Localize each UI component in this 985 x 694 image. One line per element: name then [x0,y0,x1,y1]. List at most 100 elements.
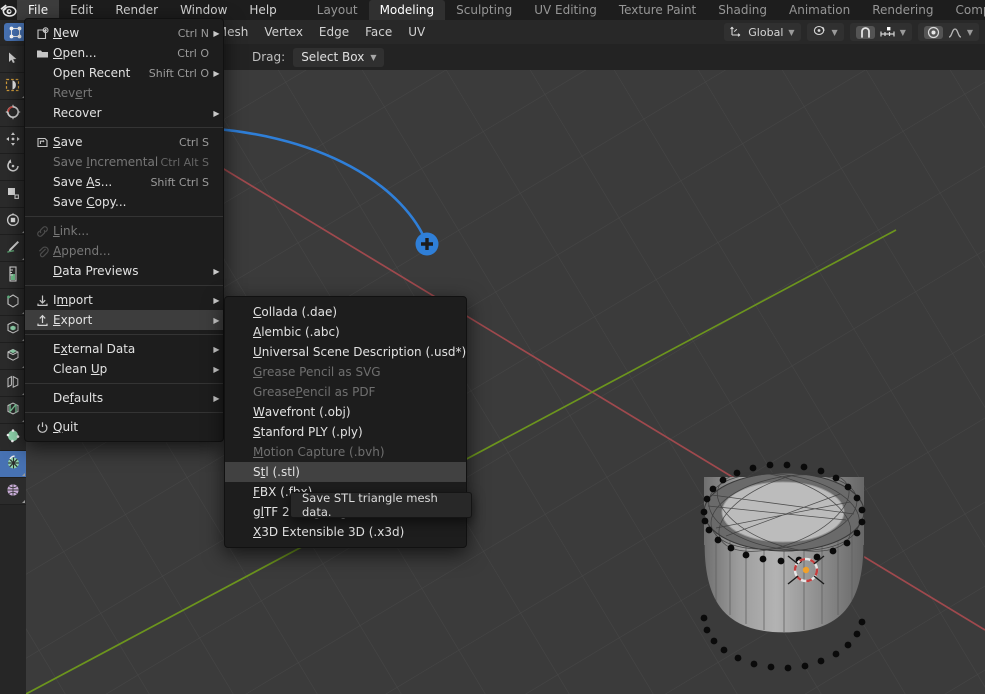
recover-icon-slot [31,105,53,121]
pivot-point-dropdown[interactable]: ▼ [807,23,844,41]
tab-layout[interactable]: Layout [306,0,369,20]
tool-inset-faces[interactable] [0,343,26,370]
viewport-menu-uv[interactable]: UV [400,25,433,39]
menu-window[interactable]: Window [169,0,238,20]
file-menu-item-save-copy[interactable]: Save Copy... [25,192,223,212]
file-menu-item-save-as[interactable]: Save As... Shift Ctrl S [25,172,223,192]
export-item-motion-capture-bvh: Motion Capture (.bvh) [225,442,466,462]
file-menu-item-label: Quit [53,420,209,434]
export-item-usd[interactable]: Universal Scene Description (.usd*) [225,342,466,362]
file-menu-item-shortcut: Shift Ctrl O [149,67,213,80]
tool-select-box[interactable] [0,73,26,100]
paperclip-icon [31,243,53,259]
scale-icon [6,186,20,203]
3d-cursor-icon [5,104,21,123]
tool-bevel[interactable] [0,370,26,397]
rotate-icon [5,158,21,177]
tool-scale[interactable] [0,181,26,208]
file-menu-dropdown[interactable]: New Ctrl N ▶ Open... Ctrl O Open Recent … [24,18,224,442]
submenu-arrow-icon: ▶ [213,109,223,118]
export-item-collada[interactable]: Collada (.dae) [225,302,466,322]
tool-move[interactable] [0,127,26,154]
file-menu-item-label: Append... [53,244,209,258]
submenu-arrow-icon: ▶ [213,316,223,325]
viewport-menu-face[interactable]: Face [357,25,400,39]
submenu-arrow-icon: ▶ [213,394,223,403]
add-cube-icon [5,293,21,312]
file-menu-item-new[interactable]: New Ctrl N ▶ [25,23,223,43]
file-menu-item-shortcut: Ctrl O [177,47,213,60]
chevron-down-icon: ▼ [900,28,906,37]
menu-help[interactable]: Help [238,0,287,20]
file-menu-item-external-data[interactable]: External Data ▶ [25,339,223,359]
file-menu-item-shortcut: Shift Ctrl S [150,176,213,189]
tool-cursor[interactable] [0,100,26,127]
file-menu-item-defaults[interactable]: Defaults ▶ [25,388,223,408]
file-menu-item-label: Import [53,293,209,307]
tool-add-cube[interactable] [0,289,26,316]
export-item-stanford-ply[interactable]: Stanford PLY (.ply) [225,422,466,442]
tab-uv-editing[interactable]: UV Editing [523,0,608,20]
file-menu-item-recover[interactable]: Recover ▶ [25,103,223,123]
snap-increment-icon[interactable] [880,26,895,39]
viewport-menu-vertex[interactable]: Vertex [256,25,311,39]
file-menu-item-save[interactable]: Save Ctrl S [25,132,223,152]
tab-sculpting[interactable]: Sculpting [445,0,523,20]
tab-animation[interactable]: Animation [778,0,861,20]
file-menu-item-open[interactable]: Open... Ctrl O [25,43,223,63]
export-item-alembic[interactable]: Alembic (.abc) [225,322,466,342]
save-as-icon-slot [31,174,53,190]
blender-window: File Edit Render Window Help Layout Mode… [0,0,985,694]
menu-separator [25,383,223,384]
drag-mode-dropdown[interactable]: Select Box ▼ [293,48,384,67]
tab-texture-paint[interactable]: Texture Paint [608,0,707,20]
tool-rotate[interactable] [0,154,26,181]
vertex-select-mode-button[interactable] [4,23,26,41]
menu-file[interactable]: File [17,0,59,20]
tool-spin[interactable] [0,451,26,478]
inset-faces-icon [5,347,21,366]
external-data-icon-slot [31,341,53,357]
tab-rendering[interactable]: Rendering [861,0,944,20]
file-menu-item-data-previews[interactable]: Data Previews ▶ [25,261,223,281]
viewport-menu-edge[interactable]: Edge [311,25,357,39]
move-arrows-icon [5,131,21,150]
tool-tweak[interactable] [0,46,26,73]
export-item-wavefront-obj[interactable]: Wavefront (.obj) [225,402,466,422]
file-menu-item-clean-up[interactable]: Clean Up ▶ [25,359,223,379]
export-item-x3d[interactable]: X3D Extensible 3D (.x3d) [225,522,466,542]
tool-expand-corner[interactable] [22,473,25,476]
tool-smooth[interactable] [0,478,26,505]
tool-loop-cut[interactable] [0,397,26,424]
proportional-editing-controls[interactable]: ▼ [918,23,979,41]
file-menu-item-export[interactable]: Export ▶ [25,310,223,330]
file-menu-item-import[interactable]: Import ▶ [25,290,223,310]
magnet-icon[interactable] [856,26,875,39]
tool-expand-corner[interactable] [22,500,25,503]
tool-transform[interactable] [0,208,26,235]
link-icon [31,223,53,239]
tab-compositing[interactable]: Compositing [944,0,985,20]
smooth-falloff-icon[interactable] [948,26,962,39]
proportional-edit-icon[interactable] [924,26,943,39]
snapping-controls[interactable]: ▼ [850,23,912,41]
export-item-stl[interactable]: Stl (.stl) [225,462,466,482]
tool-annotate[interactable] [0,235,26,262]
tab-modeling[interactable]: Modeling [369,0,446,20]
blender-logo-icon[interactable] [0,0,17,20]
menu-edit[interactable]: Edit [59,0,104,20]
file-menu-item-open-recent[interactable]: Open Recent Shift Ctrl O ▶ [25,63,223,83]
transform-icon [5,212,21,231]
tool-extrude-region[interactable] [0,316,26,343]
tab-shading[interactable]: Shading [707,0,778,20]
transform-orientation-dropdown[interactable]: Global ▼ [724,23,800,41]
revert-icon-slot [31,85,53,101]
file-menu-item-quit[interactable]: Quit [25,417,223,437]
tool-poly-build[interactable] [0,424,26,451]
file-menu-item-label: Export [53,313,209,327]
drag-label: Drag: [252,50,285,64]
file-menu-item-label: External Data [53,342,209,356]
file-menu-item-append: Append... [25,241,223,261]
menu-render[interactable]: Render [104,0,169,20]
tool-measure[interactable] [0,262,26,289]
